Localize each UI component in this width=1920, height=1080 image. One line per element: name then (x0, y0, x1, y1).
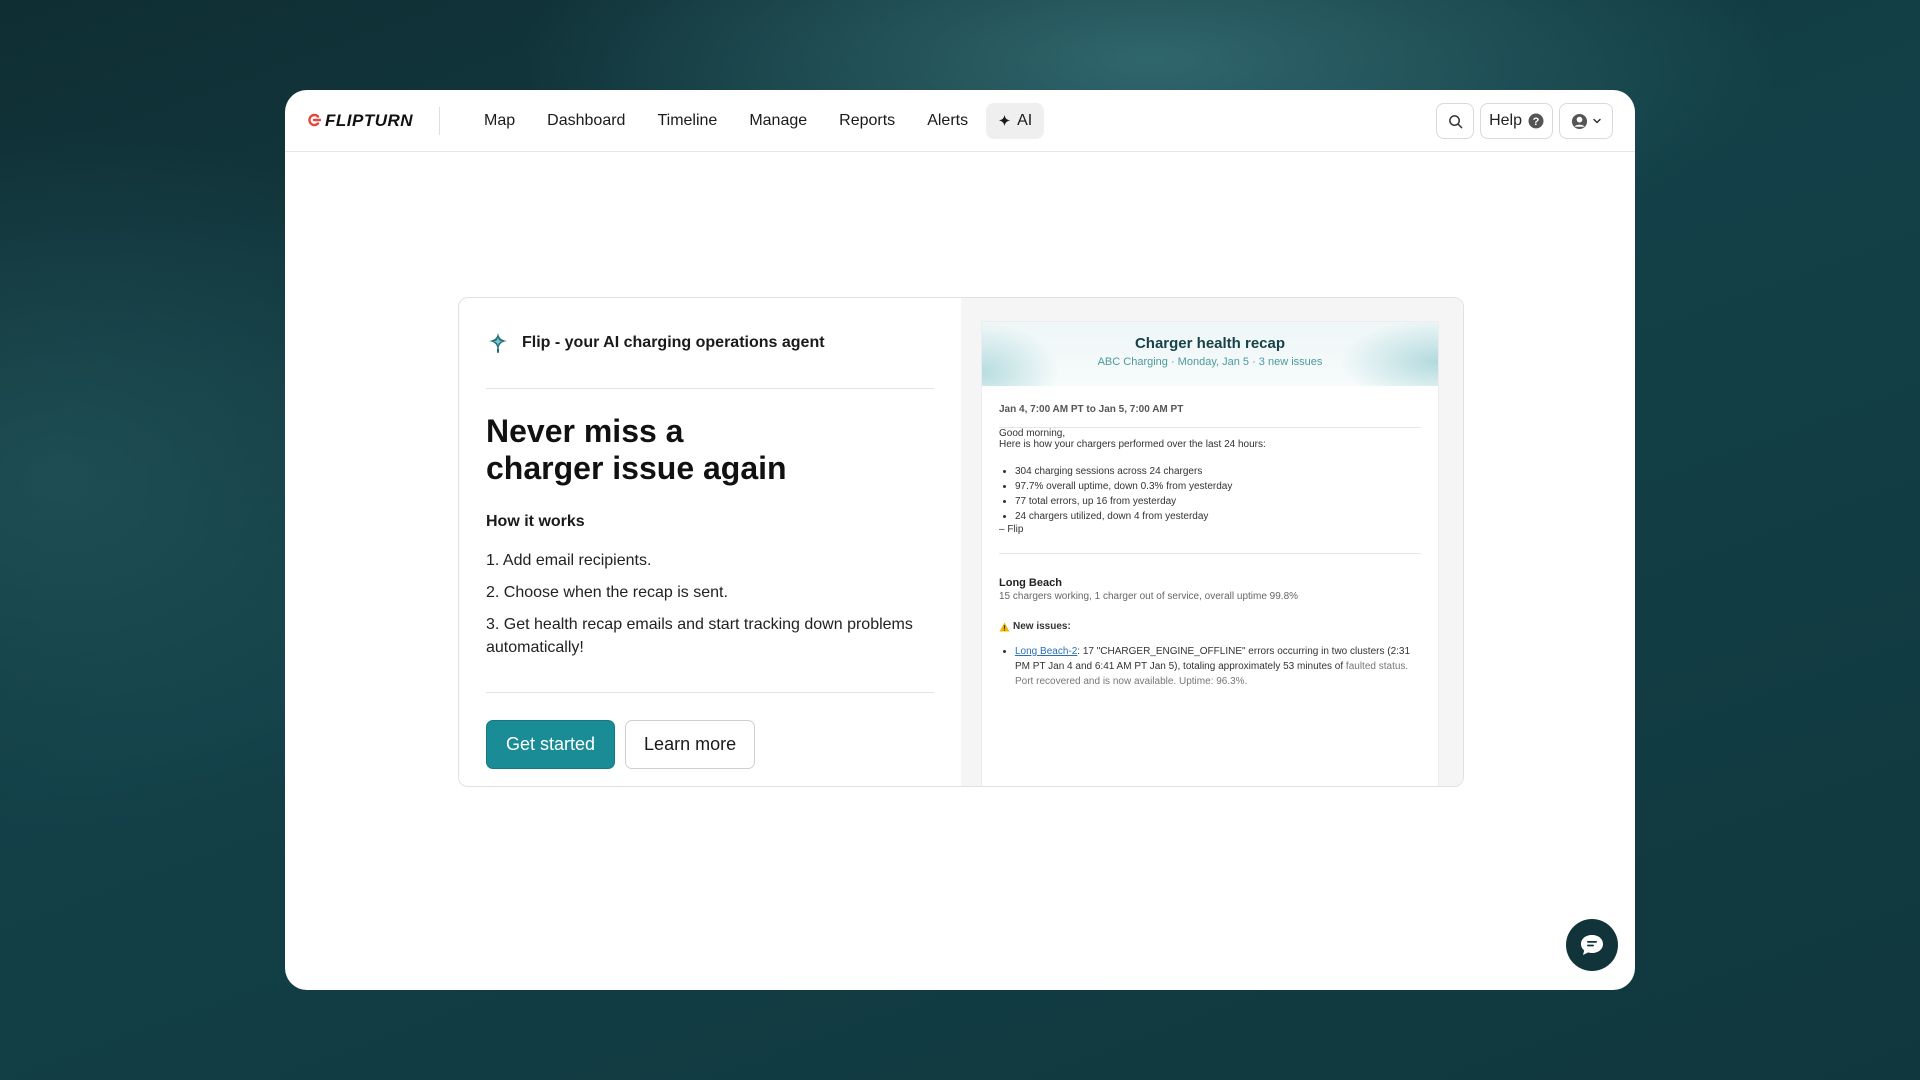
email-body: Jan 4, 7:00 AM PT to Jan 5, 7:00 AM PT G… (982, 386, 1438, 689)
nav-item-alerts[interactable]: Alerts (911, 103, 984, 139)
question-circle-icon: ? (1528, 113, 1544, 129)
help-button[interactable]: Help ? (1480, 103, 1553, 139)
location-summary: 15 chargers working, 1 charger out of se… (999, 591, 1299, 602)
top-navigation-bar: FLIPTURN Map Dashboard Timeline Manage R… (285, 90, 1635, 152)
list-item: Long Beach-2: 17 "CHARGER_ENGINE_OFFLINE… (1015, 644, 1421, 689)
help-label: Help (1489, 112, 1522, 129)
chat-icon (1581, 935, 1603, 955)
app-window: FLIPTURN Map Dashboard Timeline Manage R… (285, 90, 1635, 990)
nav-item-map[interactable]: Map (468, 103, 531, 139)
promo-panel: Flip - your AI charging operations agent… (459, 298, 961, 786)
nav-item-dashboard[interactable]: Dashboard (531, 103, 641, 139)
email-preview-panel: Charger health recap ABC Charging · Mond… (961, 298, 1463, 786)
search-icon (1448, 114, 1462, 128)
charger-link[interactable]: Long Beach-2 (1015, 646, 1077, 657)
step-item: 1. Add email recipients. (486, 552, 652, 569)
user-circle-icon (1571, 113, 1587, 129)
email-title: Charger health recap (1134, 335, 1286, 352)
location-title: Long Beach (999, 577, 1062, 589)
get-started-button[interactable]: Get started (486, 720, 616, 769)
nav-item-timeline[interactable]: Timeline (641, 103, 733, 139)
nav-item-manage[interactable]: Manage (733, 103, 823, 139)
ai-promo-card: Flip - your AI charging operations agent… (458, 297, 1464, 787)
step-item: 3. Get health recap emails and start tra… (486, 616, 913, 656)
email-subtitle: ABC Charging · Monday, Jan 5 · 3 new iss… (1097, 356, 1323, 368)
list-item: 304 charging sessions across 24 chargers (1015, 464, 1421, 479)
agent-label: Flip - your AI charging operations agent (522, 334, 825, 351)
sparkle-icon (999, 114, 1011, 127)
new-issues-heading: New issues: (999, 621, 1421, 632)
email-signature: – Flip (999, 524, 1421, 554)
flipturn-logo-icon (307, 111, 322, 131)
email-header: Charger health recap ABC Charging · Mond… (982, 322, 1438, 386)
nav-item-ai-label: AI (1017, 111, 1033, 129)
nav-item-ai[interactable]: AI (986, 102, 1045, 139)
email-stats-list: 304 charging sessions across 24 chargers… (999, 464, 1421, 524)
how-it-works-title: How it works (486, 513, 585, 530)
nav-item-reports[interactable]: Reports (823, 103, 911, 139)
user-menu-button[interactable] (1559, 103, 1613, 139)
new-issues-label: New issues: (1013, 621, 1071, 632)
steps-list: 1. Add email recipients. 2. Choose when … (486, 549, 934, 693)
toolbar-right: Help ? (1436, 103, 1613, 139)
divider (439, 106, 441, 135)
flip-agent-icon (489, 333, 507, 353)
brand-name: FLIPTURN (325, 110, 414, 130)
brand-logo[interactable]: FLIPTURN (307, 111, 413, 131)
email-preview: Charger health recap ABC Charging · Mond… (982, 322, 1438, 786)
chevron-down-icon (1592, 118, 1601, 124)
list-item: 77 total errors, up 16 from yesterday (1015, 494, 1421, 509)
step-item: 2. Choose when the recap is sent. (486, 584, 728, 601)
email-greeting: Good morning, (999, 428, 1066, 439)
main-nav: Map Dashboard Timeline Manage Reports Al… (468, 102, 1045, 139)
svg-text:?: ? (1533, 116, 1540, 128)
headline-line-1: Never miss a (486, 413, 684, 449)
search-button[interactable] (1436, 103, 1475, 139)
headline-line-2: charger issue again (486, 450, 787, 486)
page-headline: Never miss a charger issue again (486, 413, 934, 487)
cta-row: Get started Learn more (486, 720, 934, 769)
issue-list: Long Beach-2: 17 "CHARGER_ENGINE_OFFLINE… (999, 644, 1421, 689)
chat-button[interactable] (1566, 919, 1618, 971)
email-period: Jan 4, 7:00 AM PT to Jan 5, 7:00 AM PT (999, 386, 1421, 428)
list-item: 24 chargers utilized, down 4 from yester… (1015, 509, 1421, 524)
agent-header: Flip - your AI charging operations agent (486, 298, 934, 389)
email-intro: Here is how your chargers performed over… (999, 439, 1266, 450)
learn-more-button[interactable]: Learn more (625, 720, 756, 769)
warning-icon (999, 621, 1010, 632)
list-item: 97.7% overall uptime, down 0.3% from yes… (1015, 479, 1421, 494)
